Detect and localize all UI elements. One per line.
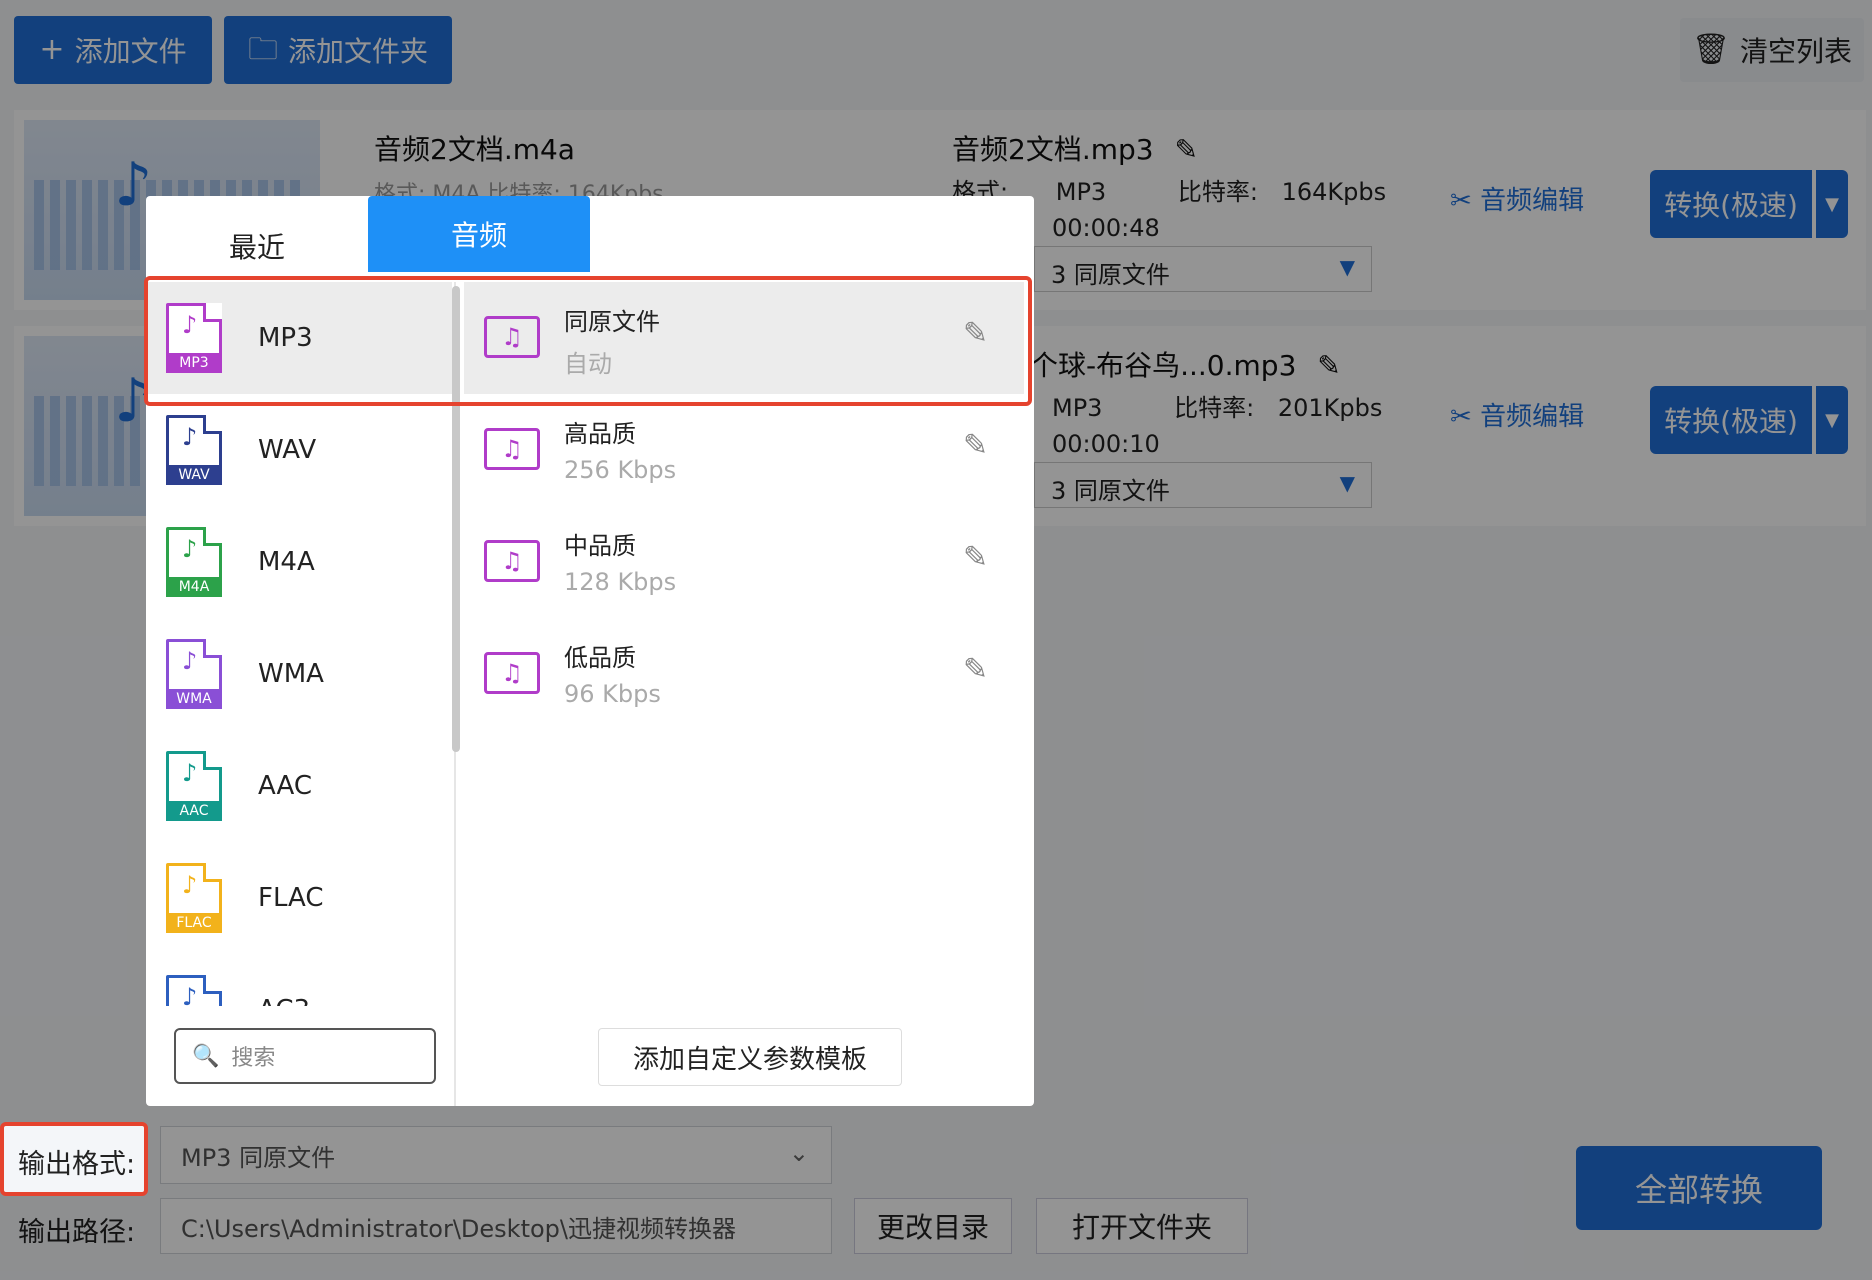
format-tag: AAC: [166, 801, 222, 821]
output-format-highlight: 输出格式:: [0, 1122, 148, 1196]
search-placeholder: 搜索: [231, 1046, 276, 1071]
format-label: WMA: [258, 659, 324, 689]
preset-bitrate: 256 Kbps: [564, 456, 677, 484]
tab-recent[interactable]: 最近: [146, 208, 368, 284]
preset-item[interactable]: ♫ 中品质 128 Kbps ✎: [464, 506, 1024, 618]
format-label: FLAC: [258, 883, 324, 913]
format-item-aac[interactable]: ♪ AAC AAC: [146, 730, 452, 842]
audio-file-icon: ♪ WMA: [166, 639, 222, 709]
preset-item[interactable]: ♫ 低品质 96 Kbps ✎: [464, 618, 1024, 730]
audio-file-icon: ♪ AAC: [166, 751, 222, 821]
selection-highlight: [144, 276, 1032, 406]
search-icon: 🔍: [192, 1043, 220, 1069]
audio-file-icon: ♪AC3: [166, 975, 222, 1006]
format-item-flac[interactable]: ♪ FLAC FLAC: [146, 842, 452, 954]
format-tag: FLAC: [166, 913, 222, 933]
edit-icon[interactable]: ✎: [963, 652, 988, 687]
format-item-ac3[interactable]: ♪AC3 AC3: [146, 954, 452, 1006]
edit-icon[interactable]: ✎: [963, 540, 988, 575]
audio-file-icon: ♪ FLAC: [166, 863, 222, 933]
add-custom-template-button[interactable]: 添加自定义参数模板: [598, 1028, 902, 1086]
audio-file-icon: ♪ M4A: [166, 527, 222, 597]
audio-file-icon: ♪ WAV: [166, 415, 222, 485]
tab-audio[interactable]: 音频: [368, 196, 590, 272]
preset-item[interactable]: ♫ 高品质 256 Kbps ✎: [464, 394, 1024, 506]
format-label: WAV: [258, 435, 317, 465]
format-item-m4a[interactable]: ♪ M4A M4A: [146, 506, 452, 618]
preset-name: 中品质: [564, 532, 636, 560]
preset-bitrate: 128 Kbps: [564, 568, 677, 596]
format-label: AC3: [258, 995, 310, 1006]
format-item-wma[interactable]: ♪ WMA WMA: [146, 618, 452, 730]
preset-bitrate: 96 Kbps: [564, 680, 661, 708]
format-tag: M4A: [166, 577, 222, 597]
music-note-icon: ♫: [484, 428, 540, 470]
format-tag: WAV: [166, 465, 222, 485]
preset-name: 高品质: [564, 420, 636, 448]
format-label: AAC: [258, 771, 312, 801]
edit-icon[interactable]: ✎: [963, 428, 988, 463]
format-item-wav[interactable]: ♪ WAV WAV: [146, 394, 452, 506]
search-input[interactable]: 🔍 搜索: [174, 1028, 436, 1084]
format-label: M4A: [258, 547, 315, 577]
format-tag: WMA: [166, 689, 222, 709]
music-note-icon: ♫: [484, 652, 540, 694]
music-note-icon: ♫: [484, 540, 540, 582]
preset-name: 低品质: [564, 644, 636, 672]
output-format-label-highlight: 输出格式:: [18, 1149, 136, 1180]
